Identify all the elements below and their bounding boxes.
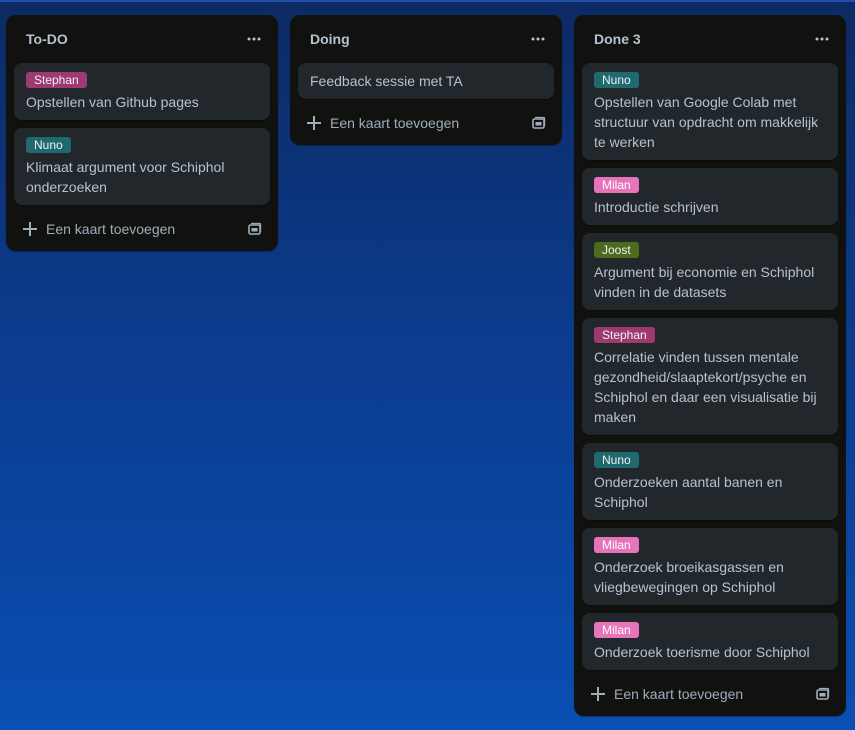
card-title: Opstellen van Github pages — [26, 94, 199, 110]
card-label[interactable]: Milan — [594, 177, 639, 193]
add-card-label: Een kaart toevoegen — [330, 115, 460, 131]
card-label[interactable]: Nuno — [594, 452, 639, 468]
list-header: To-DO — [6, 15, 278, 63]
card-title: Argument bij economie en Schiphol vinden… — [594, 264, 815, 300]
more-options-icon[interactable] — [242, 27, 266, 51]
plus-icon — [590, 686, 606, 702]
card[interactable]: Nuno Onderzoeken aantal banen en Schipho… — [582, 443, 838, 520]
top-border — [0, 0, 855, 2]
card[interactable]: Nuno Klimaat argument voor Schiphol onde… — [14, 128, 270, 205]
list-title[interactable]: To-DO — [26, 31, 68, 47]
list-done: Done 3 Nuno Opstellen van Google Colab m… — [574, 15, 846, 716]
card[interactable]: Nuno Opstellen van Google Colab met stru… — [582, 63, 838, 160]
card-title: Feedback sessie met TA — [310, 73, 463, 89]
card-template-icon[interactable] — [246, 221, 262, 237]
card-title: Correlatie vinden tussen mentale gezondh… — [594, 349, 817, 425]
card-label[interactable]: Nuno — [26, 137, 71, 153]
card[interactable]: Stephan Correlatie vinden tussen mentale… — [582, 318, 838, 435]
card-label[interactable]: Milan — [594, 622, 639, 638]
list-header: Doing — [290, 15, 562, 63]
card[interactable]: Feedback sessie met TA — [298, 63, 554, 99]
card-title: Introductie schrijven — [594, 199, 719, 215]
card-template-icon[interactable] — [814, 686, 830, 702]
card[interactable]: Stephan Opstellen van Github pages — [14, 63, 270, 120]
card-title: Klimaat argument voor Schiphol onderzoek… — [26, 159, 225, 195]
card-title: Onderzoek broeikasgassen en vliegbewegin… — [594, 559, 784, 595]
card-label[interactable]: Stephan — [594, 327, 655, 343]
card-template-icon[interactable] — [530, 115, 546, 131]
more-options-icon[interactable] — [526, 27, 550, 51]
card[interactable]: Milan Onderzoek toerisme door Schiphol — [582, 613, 838, 670]
card-label[interactable]: Milan — [594, 537, 639, 553]
plus-icon — [22, 221, 38, 237]
add-card-button[interactable]: Een kaart toevoegen — [306, 115, 459, 131]
more-options-icon[interactable] — [810, 27, 834, 51]
list-doing: Doing Feedback sessie met TA Een kaart t… — [290, 15, 562, 145]
add-card-label: Een kaart toevoegen — [614, 686, 744, 702]
card-title: Opstellen van Google Colab met structuur… — [594, 94, 819, 150]
add-card-button[interactable]: Een kaart toevoegen — [22, 221, 175, 237]
card-label[interactable]: Stephan — [26, 72, 87, 88]
card-title: Onderzoeken aantal banen en Schiphol — [594, 474, 783, 510]
list-header: Done 3 — [574, 15, 846, 63]
list-title[interactable]: Done 3 — [594, 31, 641, 47]
card[interactable]: Milan Introductie schrijven — [582, 168, 838, 225]
add-card-button[interactable]: Een kaart toevoegen — [590, 686, 743, 702]
card-title: Onderzoek toerisme door Schiphol — [594, 644, 810, 660]
list-title[interactable]: Doing — [310, 31, 350, 47]
card-label[interactable]: Nuno — [594, 72, 639, 88]
card[interactable]: Joost Argument bij economie en Schiphol … — [582, 233, 838, 310]
card[interactable]: Milan Onderzoek broeikasgassen en vliegb… — [582, 528, 838, 605]
add-card-label: Een kaart toevoegen — [46, 221, 176, 237]
list-to-do: To-DO Stephan Opstellen van Github pages… — [6, 15, 278, 251]
card-label[interactable]: Joost — [594, 242, 639, 258]
plus-icon — [306, 115, 322, 131]
